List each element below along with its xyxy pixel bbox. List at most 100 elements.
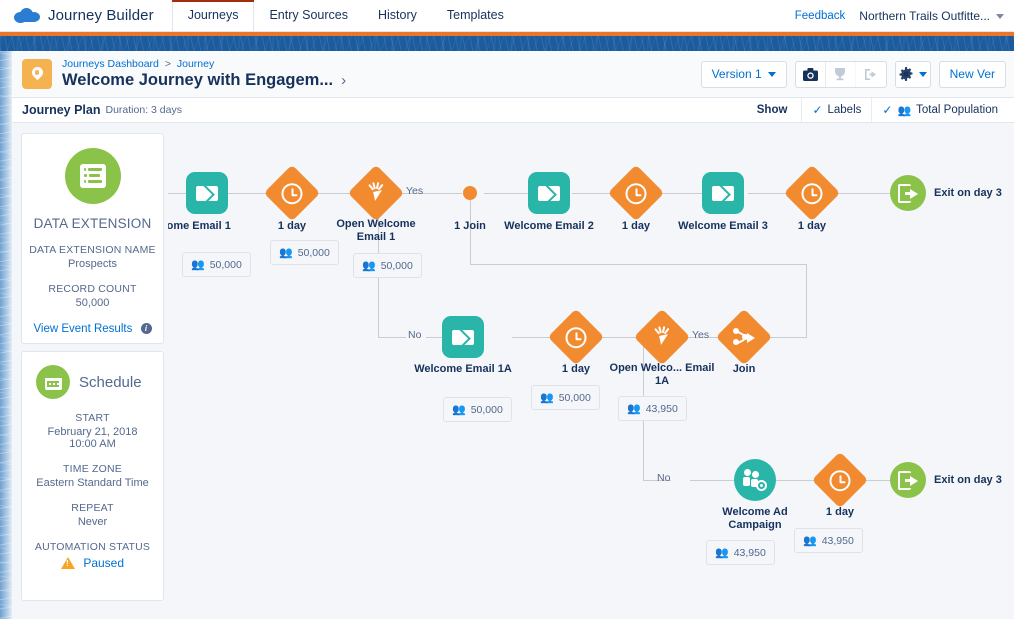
node-open-welcome-email-1[interactable] <box>347 164 405 222</box>
wait-node-shape <box>607 164 665 222</box>
population-value: 50,000 <box>470 403 503 416</box>
new-version-button[interactable]: New Ver <box>938 60 1006 88</box>
edge-open1-no-horizontal <box>378 337 406 338</box>
tab-journeys[interactable]: Journeys <box>171 0 255 31</box>
timezone-label: TIME ZONE <box>63 463 122 475</box>
node-welcome-email-2[interactable] <box>528 172 570 214</box>
breadcrumb-leaf[interactable]: Journey <box>177 58 214 70</box>
edge-join1-email2 <box>484 193 528 194</box>
toggle-total-population[interactable]: ✓ 👥 Total Population <box>871 98 1008 122</box>
repeat-value: Never <box>77 516 108 528</box>
node-wait-1-day-d[interactable] <box>547 308 605 366</box>
journey-action-icons <box>794 60 887 88</box>
warning-triangle-icon <box>60 557 75 569</box>
wait-node-shape <box>811 451 869 509</box>
node-welcome-ad-campaign[interactable] <box>734 459 776 501</box>
node-open-welcome-email-1a[interactable] <box>633 308 691 366</box>
check-icon: ✓ <box>812 103 823 117</box>
toggle-labels[interactable]: ✓ Labels <box>801 98 871 122</box>
clock-icon <box>565 326 587 348</box>
list-glyph <box>79 164 106 188</box>
data-extension-panel: DATA EXTENSION DATA EXTENSION NAME Prosp… <box>21 133 164 344</box>
brand-name: Journey Builder <box>48 7 154 24</box>
exit-node-shape <box>890 175 926 211</box>
node-exit-day-3-a[interactable] <box>890 175 926 211</box>
population-value: 43,950 <box>645 402 678 415</box>
population-value: 43,950 <box>821 534 854 547</box>
node-label-exit-day-3-a: Exit on day 3 <box>934 187 1002 199</box>
population-value: 43,950 <box>733 546 766 559</box>
chevron-right-icon[interactable]: › <box>341 72 346 89</box>
email-node-shape <box>442 316 484 358</box>
node-wait-1-day-c[interactable] <box>783 164 841 222</box>
tab-history[interactable]: History <box>363 0 432 31</box>
envelope-icon <box>452 329 474 345</box>
toggle-labels-label: Labels <box>827 104 862 116</box>
view-event-results-link[interactable]: View Event Results i <box>22 323 163 335</box>
tab-templates[interactable]: Templates <box>432 0 519 31</box>
population-wait-1a: 👥 50,000 <box>531 385 600 410</box>
node-welcome-email-1a[interactable] <box>442 316 484 358</box>
settings-menu-button[interactable] <box>894 60 931 88</box>
org-switcher[interactable]: Northern Trails Outfitte... <box>859 9 1004 23</box>
node-welcome-email-3[interactable] <box>702 172 744 214</box>
toggle-total-population-label: Total Population <box>916 104 998 116</box>
show-label: Show <box>756 104 788 116</box>
camera-glyph <box>802 67 818 81</box>
cloud-icon <box>14 8 40 23</box>
exit-arrow-icon[interactable] <box>856 62 886 87</box>
edge-label-yes-1: Yes <box>406 185 424 197</box>
email-node-shape <box>702 172 744 214</box>
main-tabs: Journeys Entry Sources History Templates <box>171 0 519 31</box>
trophy-icon[interactable] <box>826 61 856 87</box>
edge-label-no-2: No <box>657 472 671 484</box>
people-icon: 👥 <box>627 403 641 415</box>
node-label-wait-3: 1 day <box>797 220 827 232</box>
org-name: Northern Trails Outfitte... <box>859 9 990 23</box>
node-label-exit-day-3-b: Exit on day 3 <box>934 474 1002 486</box>
node-join[interactable] <box>715 308 773 366</box>
version-selector[interactable]: Version 1 <box>700 60 787 88</box>
chevron-down-icon <box>918 71 927 77</box>
exit-icon <box>898 470 918 490</box>
journey-builder-app: Journey Builder Journeys Entry Sources H… <box>0 0 1014 619</box>
node-welcome-email-1[interactable] <box>186 172 228 214</box>
plan-show-controls: Show ✓ Labels ✓ 👥 Total Population <box>757 98 1008 122</box>
clock-icon <box>829 469 851 491</box>
clock-icon <box>801 182 823 204</box>
edge-join2-up <box>806 264 807 338</box>
view-event-results-label: View Event Results <box>33 323 133 335</box>
envelope-icon <box>196 185 218 201</box>
people-icon: 👥 <box>452 404 466 416</box>
journey-canvas[interactable]: Welcome Email 1 👥 50,000 1 day 👥 50,000 <box>168 125 1014 619</box>
schedule-title: Schedule <box>79 373 142 391</box>
edge-wait3-exit1 <box>834 193 890 194</box>
email-node-shape <box>528 172 570 214</box>
node-wait-1-day-e[interactable] <box>811 451 869 509</box>
node-exit-day-3-b[interactable] <box>890 462 926 498</box>
population-welcome-email-1: 👥 50,000 <box>182 252 251 277</box>
data-extension-title: DATA EXTENSION <box>33 216 152 231</box>
journey-toolbar: Version 1 New Ver <box>700 60 1006 88</box>
new-version-label: New Ver <box>949 67 995 81</box>
population-open-welcome-email-1a: 👥 43,950 <box>618 396 687 421</box>
node-wait-1-day-b[interactable] <box>607 164 665 222</box>
tab-entry-sources[interactable]: Entry Sources <box>254 0 363 31</box>
top-navigation: Journey Builder Journeys Entry Sources H… <box>0 0 1014 32</box>
chevron-down-icon <box>767 71 776 77</box>
wait-node-shape <box>263 164 321 222</box>
feedback-link[interactable]: Feedback <box>795 10 846 22</box>
breadcrumb-root[interactable]: Journeys Dashboard <box>62 58 159 70</box>
exit-node-shape <box>890 462 926 498</box>
click-icon <box>365 182 387 204</box>
join-node-shape <box>715 308 773 366</box>
people-icon: 👥 <box>897 104 912 117</box>
automation-status-value: Paused <box>83 556 125 570</box>
node-wait-1-day-a[interactable] <box>263 164 321 222</box>
envelope-icon <box>538 185 560 201</box>
node-1-join[interactable] <box>463 186 477 200</box>
info-icon[interactable]: i <box>140 323 152 334</box>
population-wait-4: 👥 43,950 <box>794 528 863 553</box>
camera-icon[interactable] <box>796 61 826 87</box>
chevron-down-icon <box>996 13 1004 19</box>
